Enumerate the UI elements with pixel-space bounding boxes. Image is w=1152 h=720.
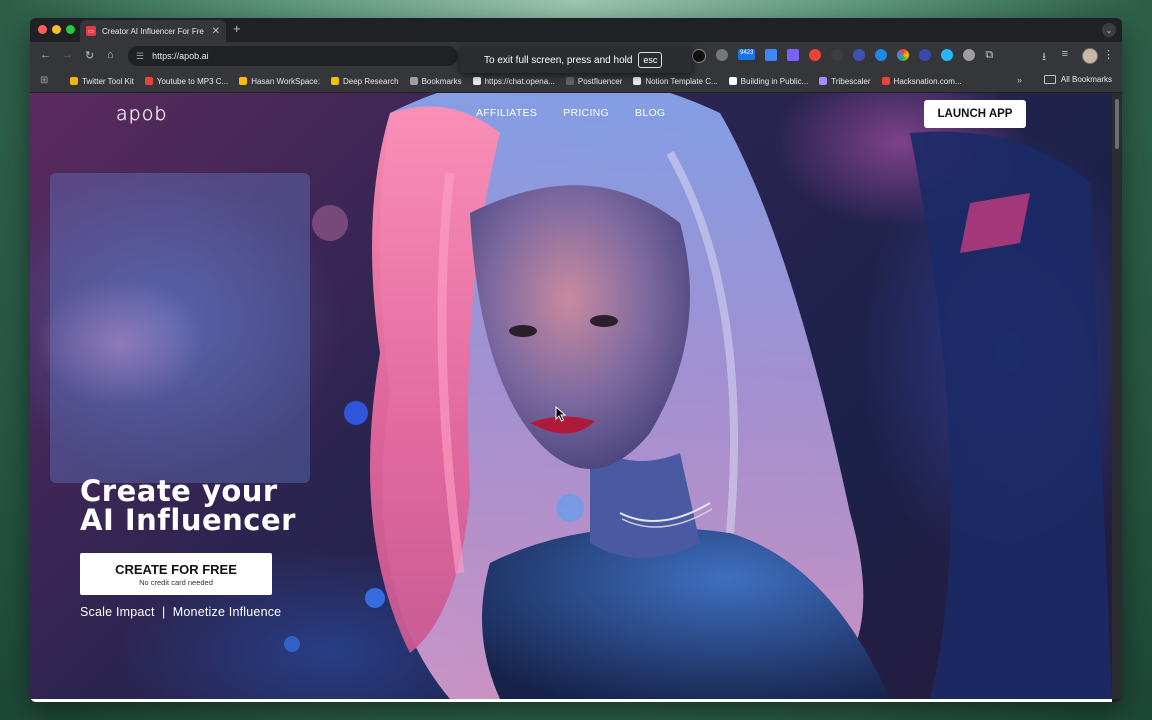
apps-grid-icon[interactable]: ⊞ [40, 75, 48, 86]
apob-logo[interactable]: apob [116, 103, 167, 125]
webpage-viewport: apob AFFILIATES PRICING BLOG LAUNCH APP … [30, 93, 1112, 699]
bookmark-label: Hasan WorkSpace: [251, 76, 320, 86]
window-close-button[interactable] [38, 25, 47, 34]
launch-app-button[interactable]: LAUNCH APP [924, 100, 1026, 128]
scrollbar-thumb[interactable] [1115, 99, 1119, 149]
extension-grey-icon[interactable] [716, 49, 728, 61]
browser-window: ▭ Creator AI Influencer For Fre ✕ + ⌄ ← … [30, 18, 1122, 702]
page-bottom-edge [30, 699, 1112, 702]
bookmark-favicon-icon [472, 77, 481, 85]
bookmark-item[interactable]: Postfluencer [565, 76, 623, 86]
url-text: https://apob.ai [152, 51, 209, 61]
cta-main-label: CREATE FOR FREE [115, 561, 237, 577]
hero-title-line2: AI Influencer [80, 503, 296, 537]
page-scrollbar[interactable] [1112, 93, 1122, 699]
chrome-extension-icon[interactable] [897, 49, 910, 61]
extension-purple-icon[interactable] [787, 49, 800, 61]
extension-badge[interactable]: 9423 [738, 49, 756, 60]
address-bar[interactable]: ☰ https://apob.ai [128, 46, 458, 66]
new-tab-button[interactable]: + [233, 21, 241, 36]
extension-vd-icon[interactable] [919, 49, 932, 61]
extensions-puzzle-icon[interactable]: ⧉ [985, 49, 993, 63]
download-icon[interactable]: ⭳ [1042, 48, 1046, 67]
extension-cloud-icon[interactable] [941, 49, 954, 61]
extension-blank-icon[interactable] [831, 49, 844, 61]
home-icon[interactable]: ⌂ [107, 49, 114, 61]
hero-tagline: Scale Impact | Monetize Influence [80, 605, 282, 619]
bookmarks-overflow-icon[interactable]: » [1017, 75, 1022, 85]
bookmark-item[interactable]: Youtube to MP3 C... [144, 76, 229, 86]
bookmark-item[interactable]: Hasan WorkSpace: [239, 77, 320, 86]
bookmark-item[interactable]: Building in Public... [728, 76, 809, 86]
tab-close-icon[interactable]: ✕ [212, 26, 220, 37]
tab-title: Creator AI Influencer For Fre [102, 26, 204, 36]
extension-dark-icon[interactable] [692, 49, 706, 63]
hero-title-line1: Create your [80, 474, 278, 508]
bookmark-label: Hacksnation.com... [893, 76, 962, 86]
site-nav: AFFILIATES PRICING BLOG [476, 107, 665, 119]
bookmark-favicon-icon [819, 77, 828, 85]
extension-blue-icon[interactable] [765, 49, 778, 61]
extension-red-icon[interactable] [809, 49, 822, 61]
bookmark-favicon-icon [144, 77, 153, 85]
mouse-cursor-icon [555, 406, 567, 422]
bookmark-favicon-icon [239, 77, 248, 85]
bookmark-label: Youtube to MP3 C... [156, 76, 229, 86]
extension-circle-icon[interactable] [875, 49, 888, 61]
bookmark-item[interactable]: Twitter Tool Kit [70, 77, 134, 86]
bookmarks-bar: ⊞ Twitter Tool Kit Youtube to MP3 C... Has… [30, 70, 1122, 93]
nav-blog[interactable]: BLOG [635, 107, 665, 119]
extensions-row: 9423 ⧉ [670, 49, 993, 63]
bookmark-label: Bookmarks [421, 76, 462, 86]
browser-tab-active[interactable]: ▭ Creator AI Influencer For Fre ✕ [80, 20, 226, 42]
cta-sub-label: No credit card needed [139, 577, 213, 587]
bookmark-favicon-icon [409, 77, 418, 85]
bookmark-item[interactable]: Hacksnation.com... [881, 76, 962, 86]
nav-pricing[interactable]: PRICING [563, 107, 609, 119]
folder-icon [1043, 75, 1056, 84]
bookmarks-list: Twitter Tool Kit Youtube to MP3 C... Hasan… [70, 70, 973, 92]
tab-strip: ▭ Creator AI Influencer For Fre ✕ + ⌄ [30, 18, 1122, 42]
create-for-free-button[interactable]: CREATE FOR FREE No credit card needed [80, 553, 272, 595]
bookmark-favicon-icon [565, 77, 574, 85]
bookmark-item[interactable]: Deep Research [330, 76, 399, 86]
bookmark-favicon-icon [70, 77, 78, 85]
bookmark-favicon-icon [728, 77, 737, 85]
bookmark-label: Deep Research [342, 76, 399, 86]
nav-affiliates[interactable]: AFFILIATES [476, 107, 537, 119]
bookmark-label: Twitter Tool Kit [82, 76, 134, 86]
extension-indigo-icon[interactable] [853, 49, 866, 61]
bookmark-favicon-icon [881, 77, 890, 85]
window-minimize-button[interactable] [52, 25, 61, 34]
bookmark-item[interactable]: Tribescaler [819, 76, 871, 86]
all-bookmarks-button[interactable]: All Bookmarks [1043, 75, 1112, 84]
back-icon[interactable]: ← [40, 49, 51, 61]
bookmark-label: https://chat.opena... [484, 76, 555, 86]
forward-icon[interactable]: → [62, 49, 73, 61]
reading-list-icon[interactable]: ≡ [1062, 48, 1068, 60]
apob-favicon-icon: ▭ [86, 26, 96, 36]
bookmark-favicon-icon [330, 77, 339, 85]
bookmark-item[interactable]: Notion Template C... [633, 76, 718, 86]
site-info-icon[interactable]: ☰ [136, 51, 144, 62]
bookmark-label: Tribescaler [831, 76, 871, 86]
tab-search-icon[interactable]: ⌄ [1102, 23, 1116, 37]
bookmark-label: Notion Template C... [645, 76, 718, 86]
all-bookmarks-label: All Bookmarks [1060, 75, 1112, 84]
bookmark-item[interactable]: Bookmarks [409, 76, 462, 86]
window-maximize-button[interactable] [66, 25, 75, 34]
bookmark-favicon-icon [633, 77, 642, 85]
bookmark-item[interactable]: https://chat.opena... [472, 76, 555, 86]
hero-title: Create your AI Influencer [80, 477, 296, 535]
bookmark-label: Postfluencer [577, 76, 623, 86]
menu-kebab-icon[interactable]: ⋮ [1103, 48, 1114, 61]
fullscreen-toast-text: To exit full screen, press and hold [484, 54, 633, 66]
profile-avatar[interactable] [1082, 48, 1098, 64]
bookmark-label: Building in Public... [740, 76, 809, 86]
reload-icon[interactable]: ↻ [85, 49, 94, 62]
esc-key-badge: esc [638, 52, 663, 68]
fullscreen-toast: To exit full screen, press and hold esc [460, 47, 692, 73]
extension-pin-icon[interactable] [963, 49, 976, 61]
